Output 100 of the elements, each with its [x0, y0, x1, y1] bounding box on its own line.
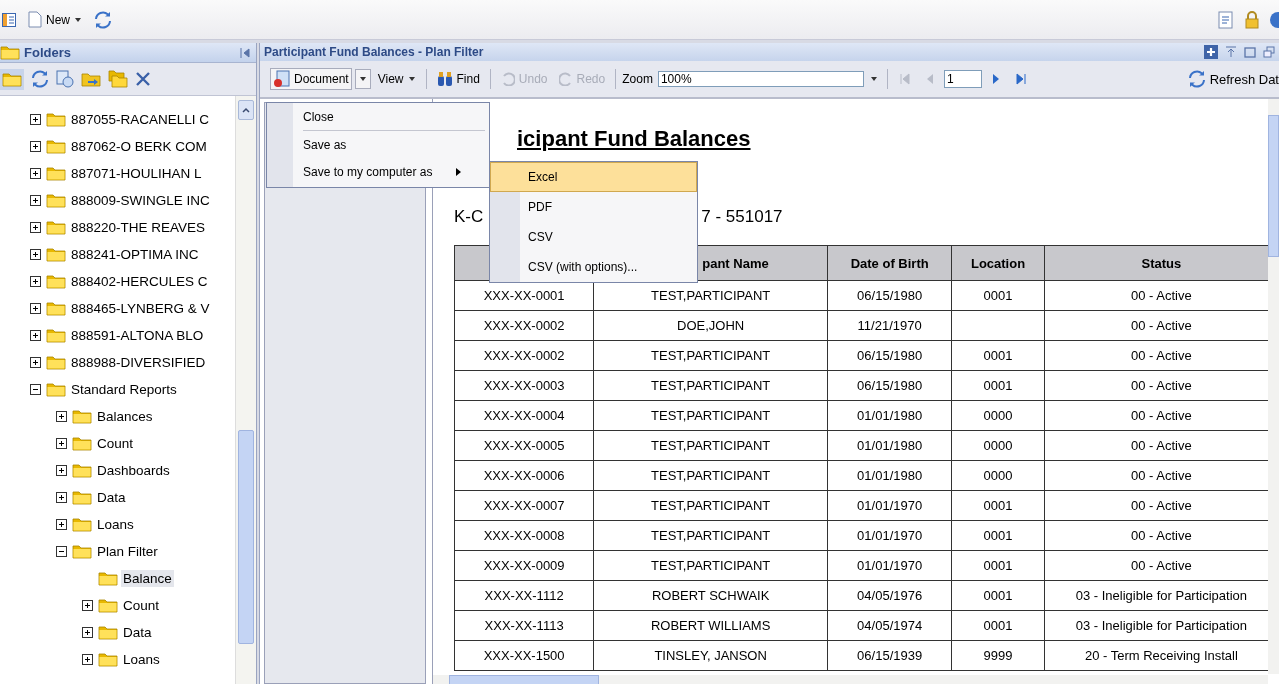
last-page-icon[interactable]	[1015, 73, 1026, 85]
scrollbar[interactable]	[433, 675, 1268, 684]
scrollbar[interactable]	[1268, 99, 1279, 674]
tree-item[interactable]: 888402-HERCULES C	[69, 273, 210, 290]
tree-item[interactable]: Standard Reports	[69, 381, 179, 398]
folder-icon	[46, 274, 66, 289]
restore-icon[interactable]	[1263, 46, 1275, 58]
table-cell: TEST,PARTICIPANT	[651, 498, 771, 513]
move-folder-icon[interactable]	[81, 71, 101, 87]
menu-item[interactable]: PDF	[490, 192, 697, 222]
add-icon[interactable]	[1204, 45, 1218, 59]
folder-icon	[98, 625, 118, 640]
expand-icon[interactable]	[30, 222, 41, 233]
zoom-field[interactable]: 100%	[657, 71, 864, 87]
refresh-data-button[interactable]: Refresh Dat	[1183, 68, 1279, 90]
tree-item[interactable]: 887071-HOULIHAN L	[69, 165, 204, 182]
menu-item[interactable]: Excel	[490, 162, 697, 192]
caret-icon	[358, 76, 367, 82]
tree-item[interactable]: Balances	[95, 408, 155, 425]
tree-item[interactable]: 888465-LYNBERG & V	[69, 300, 212, 317]
dropdown-button[interactable]	[354, 69, 371, 89]
document-button[interactable]: Document	[270, 68, 352, 90]
tree-item[interactable]: Dashboards	[95, 462, 172, 479]
expand-icon[interactable]	[30, 168, 41, 179]
expand-icon[interactable]	[30, 114, 41, 125]
expand-icon[interactable]	[56, 519, 67, 530]
collapse-panel-icon[interactable]	[240, 47, 250, 58]
tree-item[interactable]: 887055-RACANELLI C	[69, 111, 212, 128]
maximize-icon[interactable]	[1244, 46, 1256, 58]
page-field[interactable]: 1	[943, 70, 982, 88]
scrollbar[interactable]	[235, 96, 256, 684]
tree-item[interactable]: Balance	[121, 570, 174, 587]
panel-toggle-icon[interactable]	[2, 12, 16, 27]
table-cell: 00 - Active	[1131, 288, 1192, 303]
window-title: Participant Fund Balances - Plan Filter	[264, 45, 484, 59]
expand-icon[interactable]	[56, 411, 67, 422]
menu-item[interactable]: Save to my computer as	[267, 158, 489, 185]
expand-icon[interactable]	[82, 627, 93, 638]
menu-item[interactable]: CSV	[490, 222, 697, 252]
next-page-icon[interactable]	[990, 73, 1001, 85]
expand-icon[interactable]	[82, 600, 93, 611]
tree-item[interactable]: Plan Filter	[95, 543, 160, 560]
expand-icon[interactable]	[56, 492, 67, 503]
menu-item[interactable]: CSV (with options)...	[490, 252, 697, 282]
expand-icon[interactable]	[30, 330, 41, 341]
tree-item[interactable]: Count	[121, 597, 162, 614]
table-cell: 9999	[983, 648, 1013, 663]
table-cell: 03 - Ineligible for Participation	[1075, 588, 1247, 603]
refresh-icon[interactable]	[94, 10, 112, 29]
tree-item[interactable]: 888241-OPTIMA INC	[69, 246, 201, 263]
table-cell: XXX-XX-0006	[483, 468, 565, 483]
tree-item[interactable]: 888988-DIVERSIFIED	[69, 354, 208, 371]
tree-item[interactable]: 888009-SWINGLE INC	[69, 192, 212, 209]
report-title: icipant Fund Balances	[517, 126, 752, 153]
expand-icon[interactable]	[30, 303, 41, 314]
binoculars-icon	[436, 71, 453, 87]
menu-item[interactable]: Save as	[267, 131, 489, 158]
tree-item[interactable]: Loans	[95, 516, 136, 533]
table-cell: TEST,PARTICIPANT	[651, 348, 771, 363]
tree-item[interactable]: 888220-THE REAVES	[69, 219, 208, 236]
refresh-icon[interactable]	[31, 70, 49, 88]
expand-icon[interactable]	[30, 276, 41, 287]
tree-item[interactable]: 887062-O BERK COM	[69, 138, 209, 155]
expand-icon[interactable]	[56, 438, 67, 449]
table-cell: 00 - Active	[1131, 408, 1192, 423]
column-header: Status	[1141, 255, 1182, 271]
expand-icon[interactable]	[30, 357, 41, 368]
delete-icon[interactable]	[135, 71, 151, 87]
lock-icon[interactable]	[1243, 10, 1261, 29]
expand-icon[interactable]	[82, 654, 93, 665]
report-subtitle: K-C	[454, 207, 484, 228]
tree-item[interactable]: Data	[121, 624, 154, 641]
view-button[interactable]: View	[373, 70, 420, 88]
table-cell: 0000	[983, 408, 1013, 423]
folder-icon	[72, 517, 92, 532]
expand-icon[interactable]	[30, 249, 41, 260]
table-cell: 0001	[983, 558, 1013, 573]
new-button[interactable]: New	[24, 9, 86, 30]
help-icon[interactable]	[1269, 10, 1279, 29]
expand-icon[interactable]	[56, 465, 67, 476]
table-cell: DOE,JOHN	[677, 318, 745, 333]
table-cell: XXX-XX-0005	[483, 438, 565, 453]
expand-icon[interactable]	[30, 141, 41, 152]
collapse-icon[interactable]	[56, 546, 67, 557]
table-cell: XXX-XX-1112	[484, 588, 564, 603]
table-cell: TEST,PARTICIPANT	[651, 468, 771, 483]
table-cell: XXX-XX-1500	[483, 648, 565, 663]
expand-icon[interactable]	[30, 195, 41, 206]
tree-item[interactable]: 888591-ALTONA BLO	[69, 327, 206, 344]
pin-icon[interactable]	[1225, 46, 1237, 58]
find-button[interactable]: Find	[432, 69, 484, 89]
undo-icon	[500, 72, 515, 86]
properties-icon[interactable]	[56, 70, 74, 88]
tree-item[interactable]: Data	[95, 489, 128, 506]
tree-item[interactable]: Count	[95, 435, 136, 452]
collapse-icon[interactable]	[30, 384, 41, 395]
menu-item[interactable]: Close	[267, 103, 489, 130]
folder-icon	[72, 463, 92, 478]
table-cell: 00 - Active	[1131, 498, 1192, 513]
tree-item[interactable]: Loans	[121, 651, 162, 668]
